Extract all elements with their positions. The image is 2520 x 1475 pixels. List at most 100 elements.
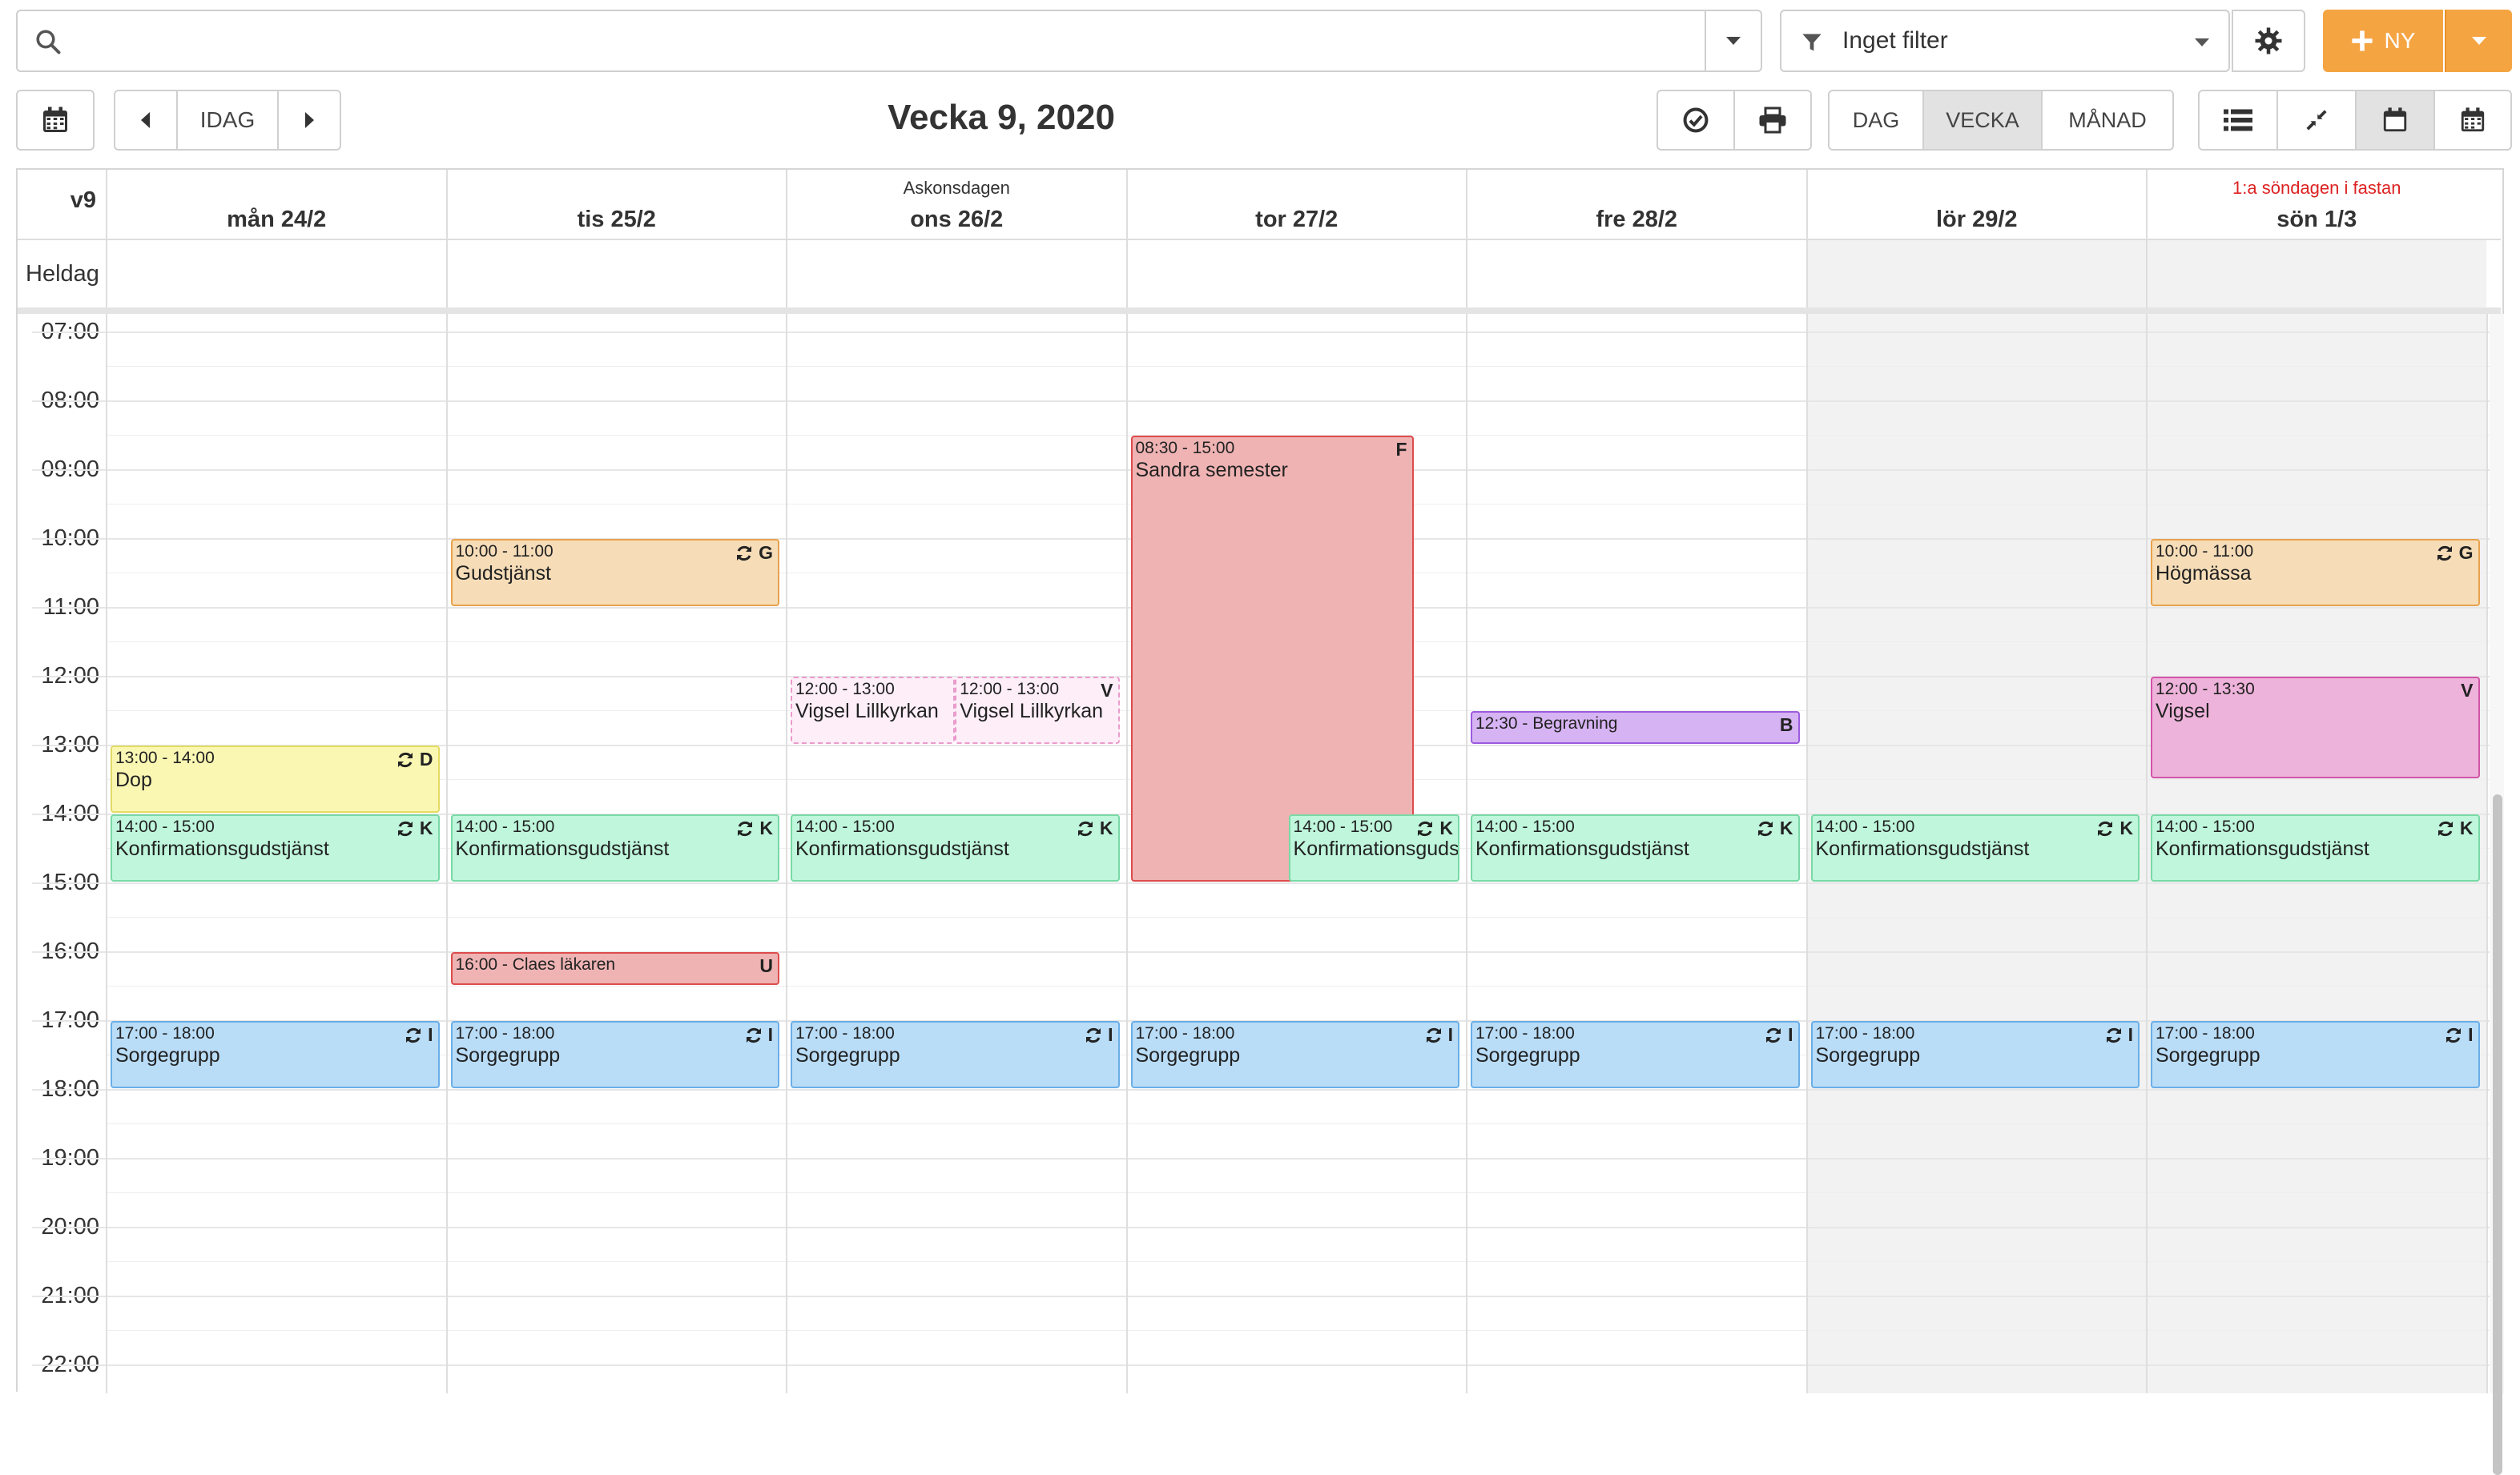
search-input[interactable]	[74, 18, 1708, 64]
new-dropdown-button[interactable]	[2445, 10, 2512, 72]
prev-button[interactable]	[114, 90, 178, 151]
view-week-label: VECKA	[1946, 107, 2019, 132]
recurring-icon	[1424, 1026, 1443, 1045]
holiday-label: Askonsdagen	[903, 178, 1010, 198]
hour-line	[32, 1089, 2490, 1091]
day-label: tis 25/2	[577, 207, 656, 232]
event-time: 14:00 - 15:00	[1475, 818, 1575, 836]
event-title: Vigsel Lillkyrkan	[960, 700, 1104, 722]
event-code: K	[2459, 818, 2474, 838]
new-button[interactable]: NY	[2323, 10, 2443, 72]
scrollbar-track[interactable]	[2490, 314, 2504, 1475]
calendar-event[interactable]: 10:00 - 11:00 Högmässa G	[2151, 539, 2480, 606]
compress-button[interactable]	[2276, 90, 2357, 151]
event-code: K	[1439, 818, 1453, 838]
day-divider	[1466, 314, 1467, 1393]
allday-cell[interactable]	[1466, 240, 1806, 309]
recurring-icon	[735, 544, 754, 563]
calendar-event[interactable]: 12:00 - 13:00 Vigsel Lillkyrkan V	[955, 677, 1120, 744]
calendar-event[interactable]: 12:30 - Begravning B	[1471, 711, 1800, 744]
scrollbar-thumb[interactable]	[2493, 794, 2502, 1475]
calendar-event[interactable]: 17:00 - 18:00 Sorgegrupp I	[450, 1021, 779, 1088]
event-time: 08:30 - 15:00	[1135, 439, 1235, 457]
complete-button[interactable]	[1657, 90, 1735, 151]
half-hour-line	[106, 366, 2490, 367]
day-header[interactable]: mån 24/2	[106, 170, 446, 239]
day-divider	[106, 314, 107, 1393]
event-title: Konfirmationsgudstjänst	[1293, 838, 1459, 860]
calendar-event[interactable]: 14:00 - 15:00KonfirmationsgudstjänstK	[1288, 814, 1459, 882]
calendar-event[interactable]: 13:00 - 14:00 Dop D	[111, 746, 440, 813]
recurring-icon	[396, 750, 415, 770]
calendar-event[interactable]: 16:00 - Claes läkaren U	[450, 952, 779, 985]
calendar-event[interactable]: 17:00 - 18:00 Sorgegrupp I	[1471, 1021, 1800, 1088]
event-code: I	[2128, 1024, 2133, 1045]
event-title: Sorgegrupp	[115, 1044, 220, 1067]
filter-label: Inget filter	[1842, 27, 1948, 54]
calendar-event[interactable]: 14:00 - 15:00KonfirmationsgudstjänstK	[111, 814, 440, 882]
list-view-button[interactable]	[2198, 90, 2278, 151]
day-header[interactable]: tor 27/2	[1125, 170, 1467, 239]
event-title: Konfirmationsgudstjänst	[115, 838, 329, 860]
allday-cell[interactable]	[1125, 240, 1467, 309]
print-button[interactable]	[1733, 90, 1812, 151]
recurring-icon	[1415, 819, 1435, 838]
chevron-right-icon	[304, 111, 315, 129]
calendar-event[interactable]: 12:00 - 13:00 Vigsel Lillkyrkan	[791, 677, 956, 744]
calendar-event[interactable]: 14:00 - 15:00KonfirmationsgudstjänstK	[450, 814, 779, 882]
day-header[interactable]: Askonsdagen ons 26/2	[786, 170, 1126, 239]
recurring-icon	[2436, 819, 2455, 838]
allday-cell[interactable]	[1805, 240, 2146, 309]
calendar-event[interactable]: 14:00 - 15:00KonfirmationsgudstjänstK	[1810, 814, 2140, 882]
hour-line	[32, 1364, 2490, 1366]
event-time: 13:00 - 14:00	[115, 749, 215, 767]
half-hour-line	[106, 1330, 2490, 1331]
day-label: fre 28/2	[1596, 207, 1678, 232]
event-title: Högmässa	[2156, 562, 2252, 585]
calendar-event[interactable]: 14:00 - 15:00KonfirmationsgudstjänstK	[1471, 814, 1800, 882]
search-box[interactable]	[16, 10, 1762, 72]
calendar-week-view-button[interactable]	[2355, 90, 2435, 151]
recurring-icon	[2104, 1026, 2123, 1045]
recurring-icon	[2095, 819, 2115, 838]
allday-cell[interactable]	[2146, 240, 2486, 309]
day-header[interactable]: fre 28/2	[1466, 170, 1806, 239]
today-button[interactable]: IDAG	[176, 90, 279, 151]
view-month-button[interactable]: MÅNAD	[2041, 90, 2174, 151]
date-picker-button[interactable]	[16, 90, 95, 151]
calendar-event[interactable]: 10:00 - 11:00 Gudstjänst G	[450, 539, 779, 606]
calendar-event[interactable]: 17:00 - 18:00 Sorgegrupp I	[791, 1021, 1120, 1088]
allday-cell[interactable]	[786, 240, 1126, 309]
settings-button[interactable]	[2232, 10, 2305, 72]
event-title: Dop	[115, 769, 152, 791]
event-title: Konfirmationsgudstjänst	[1815, 838, 2030, 860]
view-week-button[interactable]: VECKA	[1922, 90, 2043, 151]
day-header[interactable]: lör 29/2	[1805, 170, 2147, 239]
allday-cell[interactable]	[445, 240, 787, 309]
calendar-event[interactable]: 17:00 - 18:00 Sorgegrupp I	[2151, 1021, 2480, 1088]
next-button[interactable]	[277, 90, 341, 151]
half-hour-line	[106, 1123, 2490, 1124]
half-hour-line	[106, 917, 2490, 918]
filter-select[interactable]: Inget filter	[1780, 10, 2230, 72]
recurring-icon	[735, 819, 755, 838]
allday-cell[interactable]	[106, 240, 446, 309]
day-header[interactable]: 1:a söndagen i fastan sön 1/3	[2146, 170, 2486, 239]
search-dropdown-button[interactable]	[1705, 11, 1761, 70]
calendar-event[interactable]: 17:00 - 18:00 Sorgegrupp I	[1810, 1021, 2140, 1088]
event-time: 17:00 - 18:00	[2156, 1024, 2255, 1043]
event-title: Sorgegrupp	[2156, 1044, 2260, 1067]
calendar-event[interactable]: 14:00 - 15:00KonfirmationsgudstjänstK	[2151, 814, 2480, 882]
hour-line	[32, 882, 2490, 884]
calendar-event[interactable]: 17:00 - 18:00 Sorgegrupp I	[111, 1021, 440, 1088]
event-code: K	[419, 818, 433, 838]
day-header[interactable]: tis 25/2	[445, 170, 787, 239]
calendar-grid-view-button[interactable]	[2433, 90, 2512, 151]
day-label: mån 24/2	[227, 207, 327, 232]
calendar-event[interactable]: 12:00 - 13:30 Vigsel V	[2151, 677, 2480, 778]
calendar-event[interactable]: 17:00 - 18:00 Sorgegrupp I	[1130, 1021, 1459, 1088]
event-code: I	[1788, 1024, 1793, 1045]
event-code: I	[428, 1024, 433, 1045]
view-day-button[interactable]: DAG	[1828, 90, 1924, 151]
calendar-event[interactable]: 14:00 - 15:00KonfirmationsgudstjänstK	[791, 814, 1120, 882]
